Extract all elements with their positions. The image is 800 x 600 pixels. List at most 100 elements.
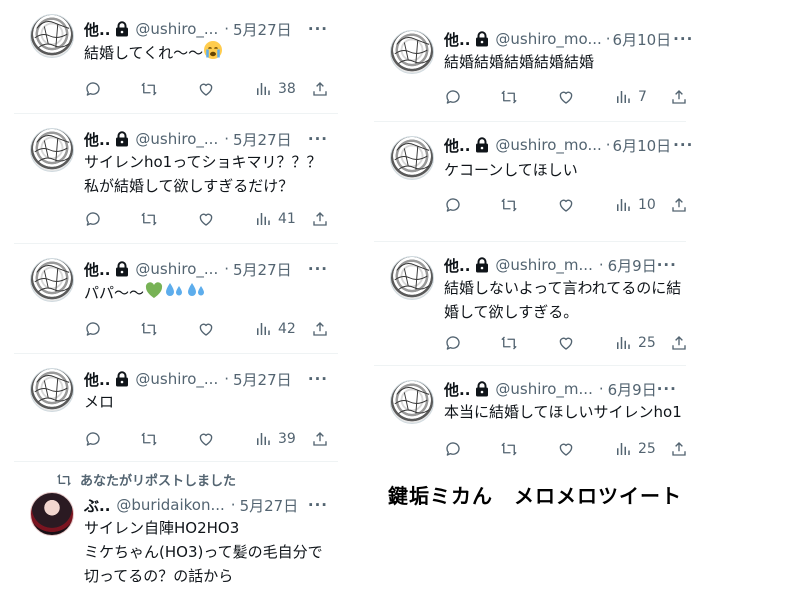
timestamp[interactable]: 5月27日 (240, 495, 299, 516)
more-icon[interactable]: ··· (657, 256, 677, 274)
tweet[interactable]: 他.. @ushiro_... · 5月27日 ··· サイレンho1ってショキ… (14, 114, 338, 244)
views-button[interactable]: 38 (254, 80, 296, 98)
like-button[interactable] (197, 320, 215, 338)
tweet[interactable]: 他.. @ushiro_m... · 6月9日 ··· 結婚しないよって言われて… (374, 242, 686, 366)
avatar[interactable] (30, 492, 74, 536)
reply-button[interactable] (444, 334, 462, 352)
more-icon[interactable]: ··· (308, 20, 328, 38)
reply-button[interactable] (444, 88, 462, 106)
tweet[interactable]: 他.. @ushiro_... · 5月27日 ··· パパ〜〜 42 (14, 244, 338, 354)
like-button[interactable] (197, 430, 215, 448)
handle[interactable]: @ushiro_... (135, 260, 218, 278)
timestamp[interactable]: 5月27日 (233, 19, 292, 40)
share-button[interactable] (670, 196, 688, 214)
timestamp[interactable]: 5月27日 (233, 259, 292, 280)
timestamp[interactable]: 6月10日 (613, 135, 672, 156)
tweet[interactable]: 他.. @ushiro_mo... · 6月10日 ··· 結婚結婚結婚結婚結婚… (374, 20, 692, 122)
share-button[interactable] (311, 430, 329, 448)
handle[interactable]: @ushiro_... (135, 370, 218, 388)
tweet-actions: 25 (444, 438, 688, 460)
avatar[interactable] (390, 380, 434, 424)
handle[interactable]: @buridaikon... (116, 496, 224, 514)
share-button[interactable] (311, 320, 329, 338)
avatar[interactable] (30, 368, 74, 412)
avatar[interactable] (390, 30, 434, 74)
reply-button[interactable] (84, 80, 102, 98)
handle[interactable]: @ushiro_mo... (495, 136, 601, 154)
avatar[interactable] (30, 14, 74, 58)
tweet[interactable]: 他.. @ushiro_... · 5月27日 ··· メロ 39 (14, 354, 338, 462)
avatar[interactable] (390, 256, 434, 300)
views-button[interactable]: 39 (254, 430, 296, 448)
reply-button[interactable] (84, 210, 102, 228)
more-icon[interactable]: ··· (657, 380, 677, 398)
reply-button[interactable] (84, 430, 102, 448)
repost-button[interactable] (500, 440, 518, 458)
avatar[interactable] (30, 128, 74, 172)
tweet[interactable]: 他.. @ushiro_... · 5月27日 ··· 結婚してくれ〜〜 38 (14, 0, 338, 114)
more-icon[interactable]: ··· (673, 30, 693, 48)
repost-button[interactable] (140, 210, 158, 228)
share-button[interactable] (670, 334, 688, 352)
separator: · (598, 380, 604, 398)
views-button[interactable]: 7 (614, 88, 647, 106)
repost-button[interactable] (140, 430, 158, 448)
display-name[interactable]: 他.. (84, 369, 110, 390)
tweet[interactable]: ぶ.. @buridaikon... · 5月27日 ··· サイレン自陣HO2… (14, 486, 338, 600)
views-button[interactable]: 10 (614, 196, 656, 214)
views-button[interactable]: 41 (254, 210, 296, 228)
display-name[interactable]: 他.. (84, 129, 110, 150)
display-name[interactable]: 他.. (84, 259, 110, 280)
share-button[interactable] (670, 440, 688, 458)
share-button[interactable] (311, 80, 329, 98)
more-icon[interactable]: ··· (308, 130, 328, 148)
views-button[interactable]: 42 (254, 320, 296, 338)
like-button[interactable] (557, 88, 575, 106)
share-button[interactable] (311, 210, 329, 228)
handle[interactable]: @ushiro_mo... (495, 30, 601, 48)
views-button[interactable]: 25 (614, 440, 656, 458)
reply-button[interactable] (84, 320, 102, 338)
timestamp[interactable]: 6月9日 (608, 379, 657, 400)
avatar[interactable] (390, 136, 434, 180)
like-button[interactable] (557, 334, 575, 352)
more-icon[interactable]: ··· (308, 370, 328, 388)
handle[interactable]: @ushiro_m... (495, 256, 592, 274)
repost-button[interactable] (500, 196, 518, 214)
display-name[interactable]: 他.. (444, 29, 470, 50)
timestamp[interactable]: 6月10日 (613, 29, 672, 50)
tweet-header: 他.. @ushiro_... · 5月27日 ··· (84, 368, 328, 390)
share-button[interactable] (670, 88, 688, 106)
reply-button[interactable] (444, 440, 462, 458)
handle[interactable]: @ushiro_... (135, 130, 218, 148)
avatar[interactable] (30, 258, 74, 302)
more-icon[interactable]: ··· (308, 496, 328, 514)
views-button[interactable]: 25 (614, 334, 656, 352)
handle[interactable]: @ushiro_... (135, 20, 218, 38)
like-button[interactable] (557, 440, 575, 458)
timestamp[interactable]: 6月9日 (608, 255, 657, 276)
timestamp[interactable]: 5月27日 (233, 369, 292, 390)
display-name[interactable]: ぶ.. (84, 495, 110, 516)
share-icon (313, 322, 327, 336)
repost-button[interactable] (140, 80, 158, 98)
repost-button[interactable] (500, 334, 518, 352)
reply-button[interactable] (444, 196, 462, 214)
display-name[interactable]: 他.. (444, 255, 470, 276)
handle[interactable]: @ushiro_m... (495, 380, 592, 398)
display-name[interactable]: 他.. (444, 135, 470, 156)
more-icon[interactable]: ··· (673, 136, 693, 154)
display-name[interactable]: 他.. (444, 379, 470, 400)
repost-button[interactable] (140, 320, 158, 338)
tweet-actions: 25 (444, 332, 688, 354)
like-button[interactable] (197, 80, 215, 98)
tweet[interactable]: 他.. @ushiro_m... · 6月9日 ··· 本当に結婚してほしいサイ… (374, 366, 686, 470)
like-button[interactable] (557, 196, 575, 214)
like-button[interactable] (197, 210, 215, 228)
tweet[interactable]: 他.. @ushiro_mo... · 6月10日 ··· ケコーンしてほしい … (374, 122, 692, 242)
share-icon (313, 432, 327, 446)
display-name[interactable]: 他.. (84, 19, 110, 40)
more-icon[interactable]: ··· (308, 260, 328, 278)
repost-button[interactable] (500, 88, 518, 106)
timestamp[interactable]: 5月27日 (233, 129, 292, 150)
